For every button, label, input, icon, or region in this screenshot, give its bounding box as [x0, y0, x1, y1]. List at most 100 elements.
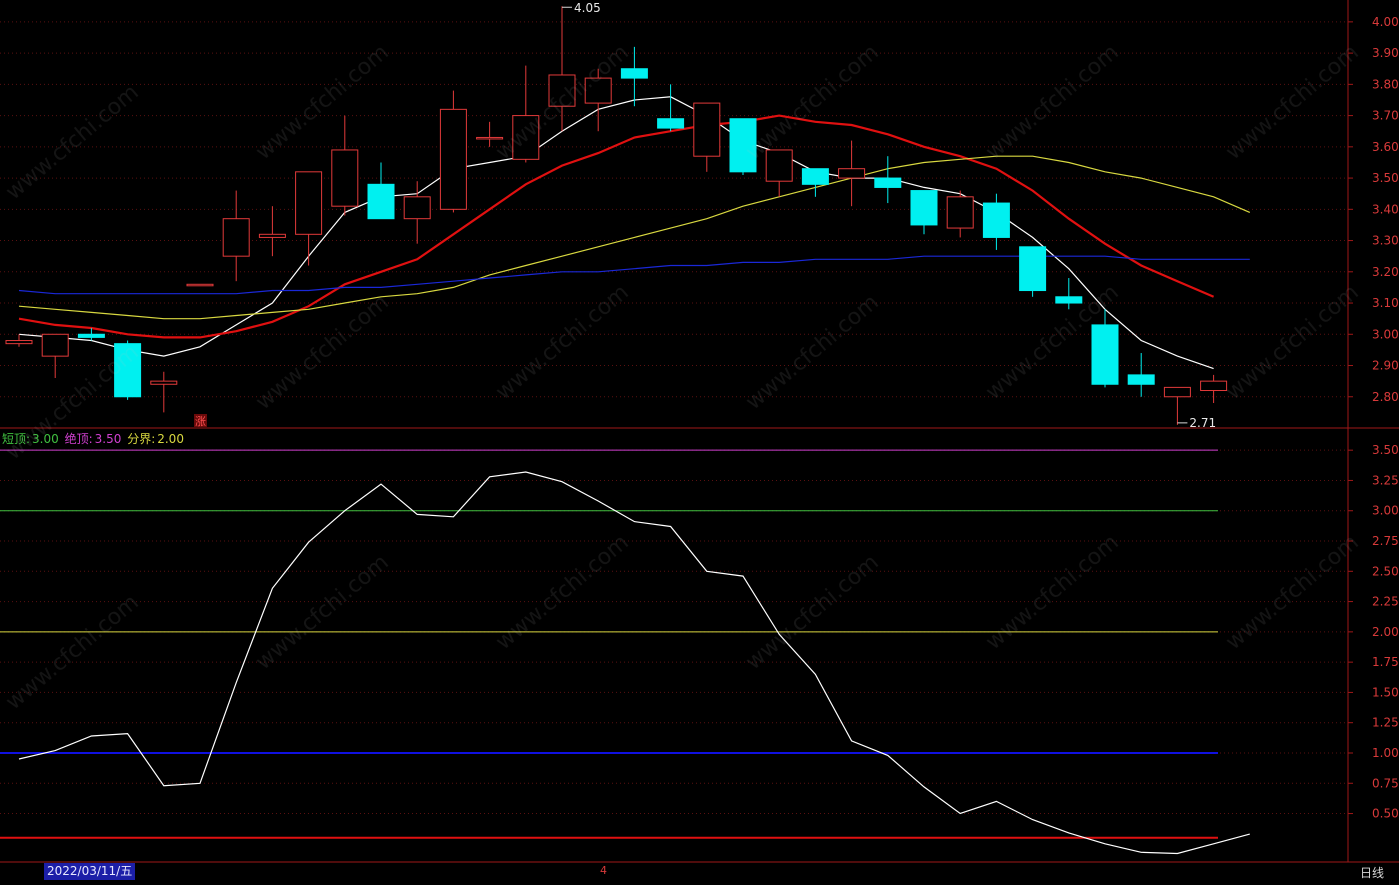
short-top-label: 短顶: [2, 432, 31, 446]
indicator-axis: 3.50 3.25 3.00 2.75 2.50 2.25 2.00 1.75 1.50 1.25… [1348, 443, 1399, 821]
indicator-axis-tick-label: 2.00 [1372, 625, 1399, 639]
main-axis-tick-label: 3.90 [1372, 46, 1399, 60]
candle-body [295, 171, 323, 235]
candle [476, 121, 504, 147]
candle-body [548, 74, 576, 107]
high-marker: 4.05 [562, 1, 601, 15]
candle [838, 140, 866, 207]
candle [620, 46, 648, 107]
candle [1055, 278, 1083, 310]
main-axis-tick-label: 2.90 [1372, 359, 1399, 373]
candle-body [439, 108, 467, 210]
candle [367, 162, 395, 220]
indicator-axis-tick-label: 3.00 [1372, 504, 1399, 518]
main-axis-tick-label: 3.70 [1372, 109, 1399, 123]
candle-body [729, 118, 757, 173]
indicator-axis-tick-label: 2.75 [1372, 534, 1399, 548]
candle [295, 171, 323, 266]
abs-top-label: 绝顶: [64, 432, 93, 446]
indicator-axis-tick-label: 1.25 [1372, 716, 1399, 730]
candlestick-series[interactable] [5, 6, 1228, 425]
candle-body [1127, 374, 1155, 385]
candle-body [1019, 246, 1047, 292]
cursor-date-tag: 2022/03/11/五 [44, 863, 136, 880]
indicator-axis-tick-label: 1.75 [1372, 655, 1399, 669]
short-top-value: 3.00 [32, 432, 59, 446]
candle-body [222, 218, 250, 257]
candle-body [765, 149, 793, 182]
kline-chart[interactable]: 4.00 3.90 3.80 3.70 3.60 3.50 3.40 3.30 3.20 3.10… [0, 0, 1399, 885]
candle-body [946, 196, 974, 229]
candle [114, 340, 142, 400]
candle-body [874, 177, 902, 188]
candle [1127, 353, 1155, 397]
candle [186, 283, 214, 287]
candle-body [657, 118, 685, 129]
candle-body [150, 380, 178, 385]
main-axis-tick-label: 2.80 [1372, 390, 1399, 404]
candle [874, 156, 902, 204]
candle-body [367, 183, 395, 220]
rise-marker-label: 涨 [195, 415, 206, 428]
candle [548, 6, 576, 132]
candle [5, 334, 33, 347]
candle [512, 65, 540, 163]
indicator-axis-tick-label: 2.50 [1372, 564, 1399, 578]
main-axis-tick-label: 3.40 [1372, 202, 1399, 216]
candle-body [584, 77, 612, 104]
candle [258, 206, 286, 257]
ma20-line [18, 155, 1251, 320]
candle [729, 118, 757, 175]
candle [693, 102, 721, 172]
high-price-label: 4.05 [574, 1, 601, 15]
divide-value: 2.00 [157, 432, 184, 446]
candle-body [1091, 324, 1119, 385]
candle [946, 190, 974, 238]
indicator-axis-tick-label: 2.25 [1372, 595, 1399, 609]
candle-body [41, 333, 69, 357]
main-axis-tick-label: 3.10 [1372, 296, 1399, 310]
candle-body [1163, 386, 1191, 398]
candle-body [838, 168, 866, 179]
candle-body [982, 202, 1010, 238]
indicator-axis-tick-label: 0.75 [1372, 776, 1399, 790]
candle [1163, 386, 1191, 425]
ma60-line [18, 255, 1250, 295]
low-price-label: 2.71 [1189, 416, 1216, 430]
candle [765, 149, 793, 197]
candle-body [77, 333, 105, 338]
main-price-axis: 4.00 3.90 3.80 3.70 3.60 3.50 3.40 3.30 3.20 3.10… [1348, 15, 1399, 404]
candle [41, 333, 69, 379]
candle [801, 168, 829, 197]
indicator-axis-tick-label: 3.50 [1372, 443, 1399, 457]
indicator-axis-tick-label: 1.50 [1372, 685, 1399, 699]
candle-body [1200, 380, 1228, 392]
candle [1091, 309, 1119, 388]
candle [1200, 374, 1228, 404]
candle [982, 193, 1010, 250]
main-axis-tick-label: 3.00 [1372, 327, 1399, 341]
main-axis-tick-label: 3.20 [1372, 265, 1399, 279]
candle [910, 190, 938, 235]
candle-body [258, 233, 286, 238]
indicator-axis-tick-label: 1.00 [1372, 746, 1399, 760]
candle-body [801, 168, 829, 185]
candle [222, 190, 250, 282]
candle-body [186, 283, 214, 287]
candle [403, 181, 431, 244]
candle [331, 115, 359, 216]
main-axis-tick-label: 3.60 [1372, 140, 1399, 154]
candle-body [693, 102, 721, 157]
indicator-line [18, 471, 1250, 855]
divide-label: 分界: [127, 432, 156, 446]
abs-top-value: 3.50 [94, 432, 122, 446]
candle-body [620, 68, 648, 79]
candle-body [403, 196, 431, 220]
period-selector[interactable]: 日线 [1360, 864, 1384, 881]
candle-body [114, 343, 142, 398]
candle-body [910, 190, 938, 226]
indicator-threshold-lines [0, 449, 1218, 839]
main-axis-tick-label: 4.00 [1372, 15, 1399, 29]
ma5-line [18, 96, 1214, 370]
ma10-line [18, 114, 1215, 339]
